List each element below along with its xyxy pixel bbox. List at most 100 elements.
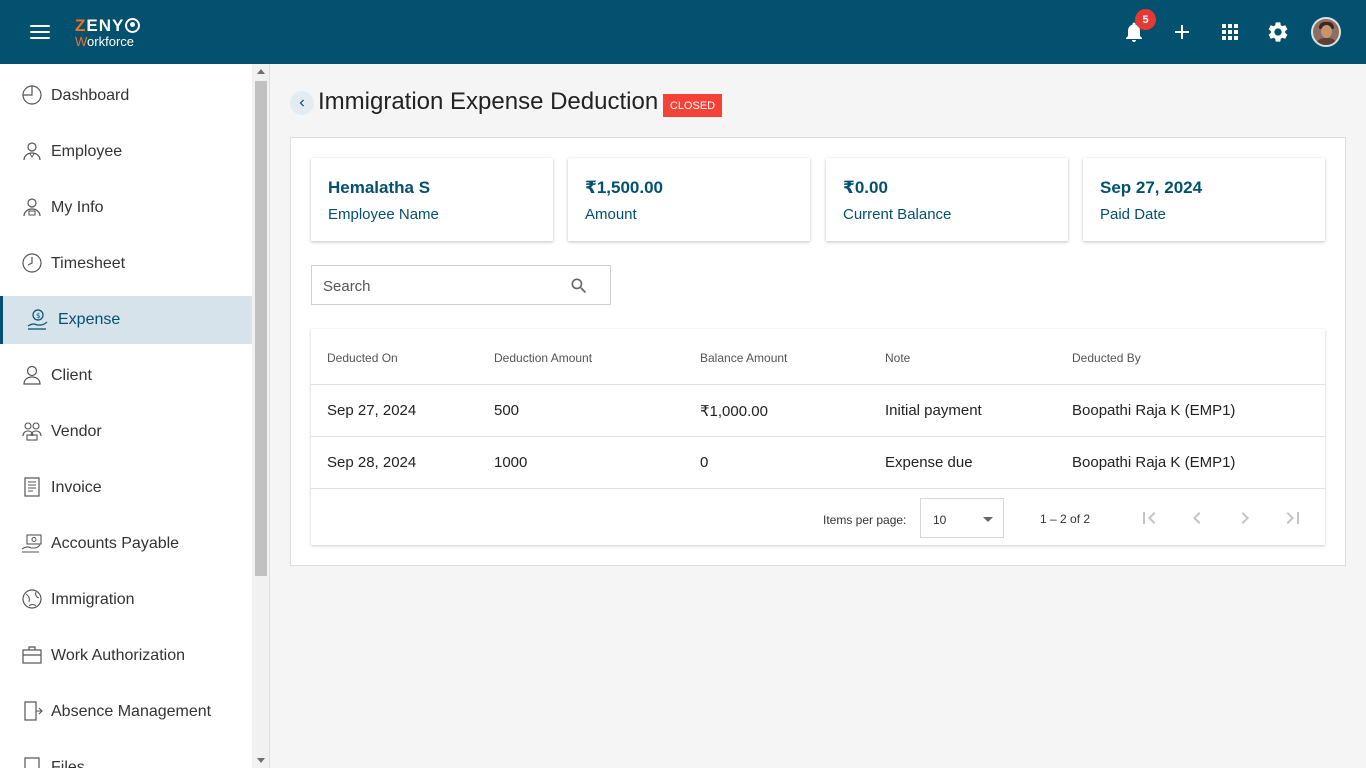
sidebar-item-work-authorization[interactable]: Work Authorization [0,632,252,680]
my-info-icon [23,198,41,217]
sidebar-item-label: Invoice [51,479,102,496]
sidebar-item-label: My Info [51,199,104,216]
sidebar-item-label: Expense [58,311,121,328]
column-header-deducted-on[interactable]: Deducted On [327,351,398,365]
sidebar-item-absence-management[interactable]: Absence Management [0,688,252,736]
last-page-icon[interactable] [1281,506,1305,530]
scroll-thumb[interactable] [255,81,267,576]
sidebar-item-label: Files [51,759,85,768]
menu-icon[interactable] [30,25,50,41]
status-badge: CLOSED [663,94,722,117]
vendor-icon [22,422,42,441]
summary-card-current-balance: ₹0.00 Current Balance [826,158,1068,241]
face [1321,25,1332,38]
sidebar-item-dashboard[interactable]: Dashboard [0,72,252,120]
body [1316,38,1337,45]
card-label: Paid Date [1100,206,1166,223]
card-value: Sep 27, 2024 [1100,178,1203,197]
back-button[interactable] [290,91,314,115]
logo-z-letter: Z [75,16,87,35]
column-header-deducted-by[interactable]: Deducted By [1072,351,1141,365]
scroll-down-arrow-icon[interactable] [257,758,265,763]
card-label: Amount [585,206,637,223]
svg-text:$: $ [36,312,40,320]
search-icon[interactable] [569,276,589,296]
scroll-up-arrow-icon[interactable] [257,69,265,74]
notification-badge: 5 [1135,9,1156,30]
sidebar-item-label: Accounts Payable [51,535,180,552]
column-header-note[interactable]: Note [885,351,910,365]
sidebar-item-label: Absence Management [51,703,212,720]
add-icon[interactable] [1170,20,1194,44]
cell-balance-amount: 0 [700,454,709,471]
client-icon [23,365,41,385]
apps-grid-icon[interactable] [1218,20,1242,44]
logo-w-letter: W [75,34,88,49]
next-page-icon[interactable] [1233,506,1257,530]
sidebar-item-client[interactable]: Client [0,352,252,400]
table-row[interactable]: Sep 27, 2024 500 ₹1,000.00 Initial payme… [311,384,1325,436]
sidebar-item-label: Work Authorization [51,647,185,664]
page-range-label: 1 – 2 of 2 [1040,512,1091,526]
card-label: Current Balance [843,206,952,223]
items-per-page-value: 10 [933,513,947,527]
logo-orkforce-letters: orkforce [87,34,135,49]
sidebar-item-immigration[interactable]: Immigration [0,576,252,624]
settings-gear-icon[interactable] [1266,20,1290,44]
card-label: Employee Name [328,206,439,223]
sidebar-item-vendor[interactable]: Vendor [0,408,252,456]
previous-page-icon[interactable] [1185,506,1209,530]
expense-icon: $ [27,309,48,330]
user-avatar[interactable] [1311,17,1341,47]
sidebar-item-timesheet[interactable]: Timesheet [0,240,252,288]
first-page-icon[interactable] [1137,506,1161,530]
search-input[interactable] [323,276,563,296]
cell-deducted-by: Boopathi Raja K (EMP1) [1072,402,1236,419]
table-row[interactable]: Sep 28, 2024 1000 0 Expense due Boopathi… [311,436,1325,488]
employee-icon [23,142,41,161]
sidebar-item-label: Timesheet [51,255,126,272]
sidebar-item-label: Employee [51,143,123,160]
globe-icon [22,589,42,609]
sidebar-item-invoice[interactable]: Invoice [0,464,252,512]
sidebar-item-my-info[interactable]: My Info [0,184,252,232]
top-app-bar: Z ENY Workforce 5 [0,0,1366,64]
sidebar-item-label: Vendor [51,423,102,440]
sidebar-item-accounts-payable[interactable]: Accounts Payable [0,520,252,568]
cell-deducted-on: Sep 28, 2024 [327,454,417,471]
column-header-deduction-amount[interactable]: Deduction Amount [494,351,592,365]
card-value: ₹0.00 [843,178,888,197]
cell-deducted-on: Sep 27, 2024 [327,402,417,419]
clock-icon [22,253,42,273]
chevron-down-icon [983,517,993,522]
summary-card-paid-date: Sep 27, 2024 Paid Date [1083,158,1325,241]
cell-deduction-amount: 1000 [494,454,528,471]
door-icon [24,701,43,721]
items-per-page-select[interactable]: 10 [920,498,1004,538]
sidebar-item-employee[interactable]: Employee [0,128,252,176]
dashboard-icon [22,85,42,105]
items-per-page-label: Items per page: [823,513,907,527]
cell-note: Initial payment [885,402,982,419]
search-box [311,265,611,305]
file-icon [24,757,40,768]
invoice-icon [24,477,40,497]
page-title: Immigration Expense Deduction [318,88,659,115]
cell-note: Expense due [885,454,973,471]
logo-eny-letters: ENY [86,16,125,35]
cell-deducted-by: Boopathi Raja K (EMP1) [1072,454,1236,471]
briefcase-icon [22,646,42,664]
paginator: Items per page: 10 1 – 2 of 2 [311,488,1325,545]
sidebar-item-label: Dashboard [51,87,130,104]
card-value: Hemalatha S [328,178,431,197]
logo-circle-icon [125,18,141,33]
column-header-balance-amount[interactable]: Balance Amount [700,351,787,365]
logo[interactable]: Z ENY Workforce [75,16,141,49]
cell-balance-amount: ₹1,000.00 [700,403,768,420]
sidebar-item-expense[interactable]: $ Expense [0,296,252,344]
sidebar-item-files[interactable]: Files [0,744,252,768]
sidebar-item-label: Immigration [51,591,135,608]
chevron-left-icon [299,99,304,107]
sidebar-nav: Dashboard Employee My Info Timesheet $ E… [0,64,252,768]
sidebar-scrollbar[interactable] [252,64,270,768]
